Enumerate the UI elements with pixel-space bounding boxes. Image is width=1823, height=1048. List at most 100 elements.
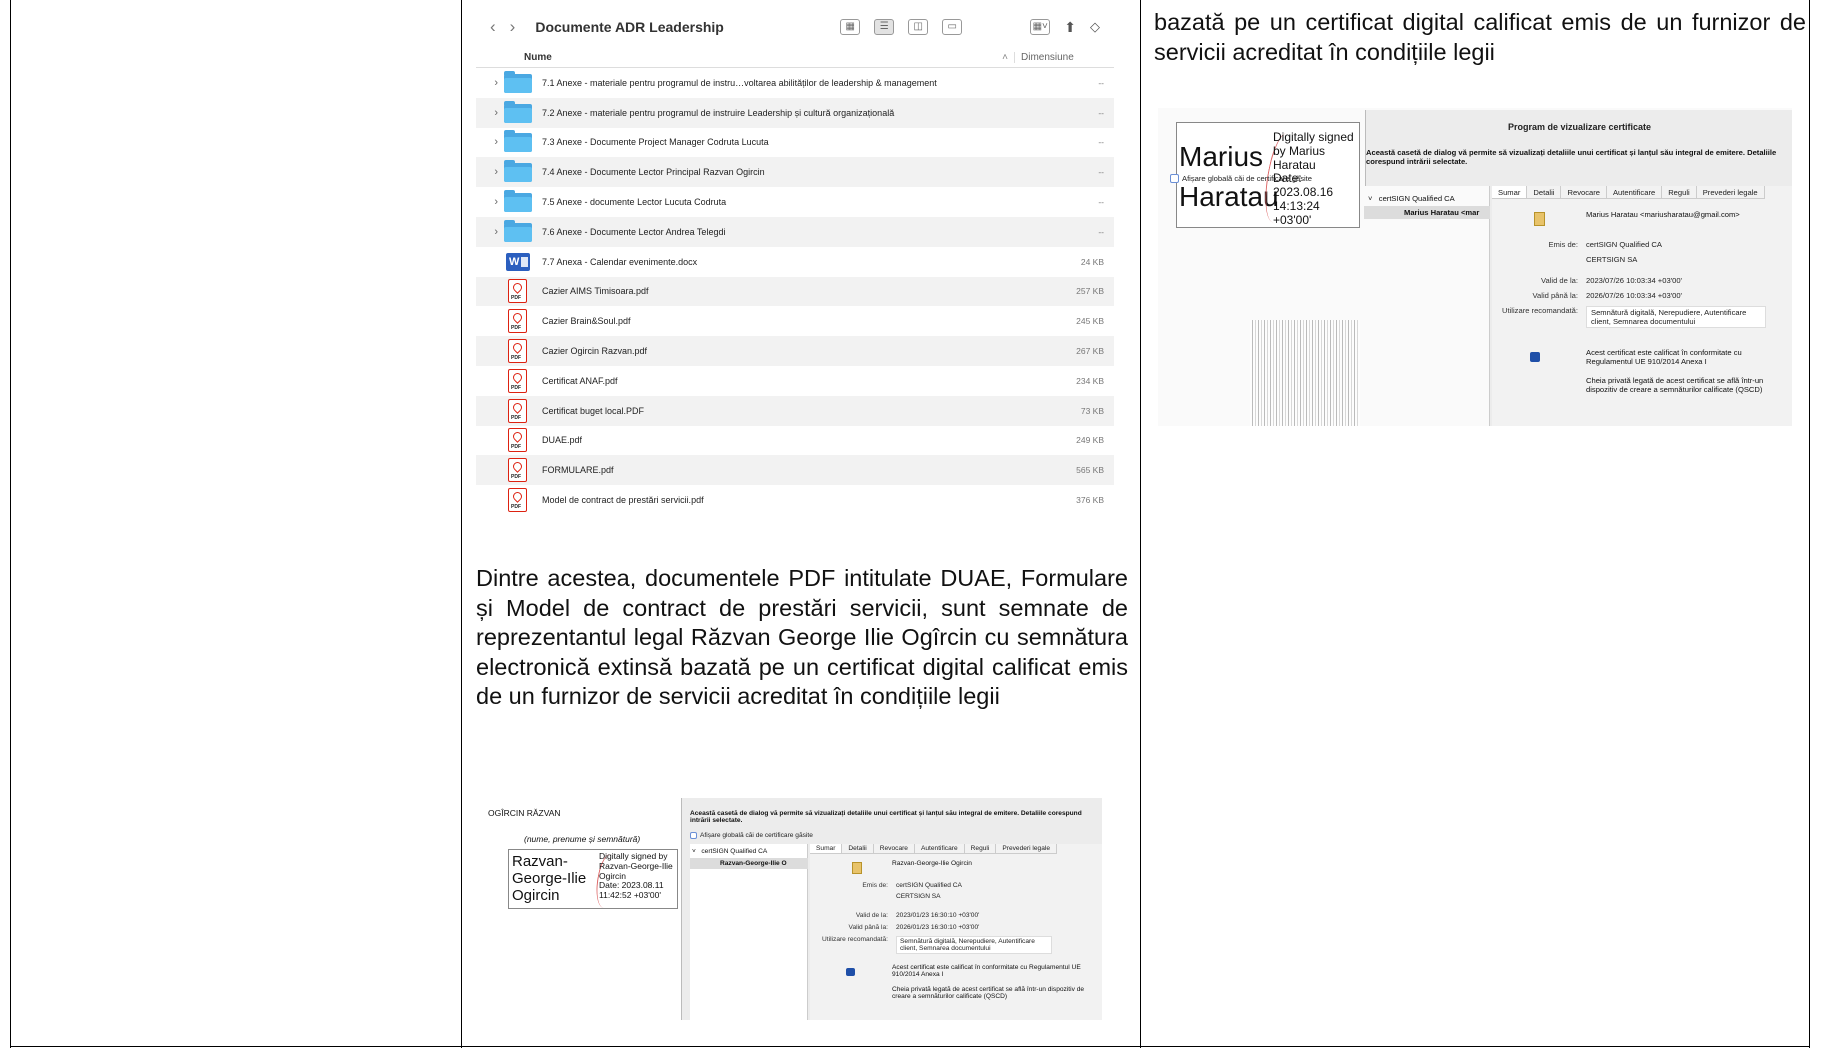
issued-by-row: Emis de: certSIGN Qualified CA CERTSIGN SA [862,882,962,900]
disclosure-chevron-icon[interactable]: › [476,196,498,208]
tab-reguli[interactable]: Reguli [1662,186,1697,198]
tab-autentificare[interactable]: Autentificare [1607,186,1663,198]
file-size: 73 KB [1080,405,1104,416]
file-size: -- [1098,107,1104,118]
file-row[interactable]: PDF Model de contract de prestări servici… [476,485,1114,515]
qscd-note: Cheia privată legată de acest certificat… [892,986,1085,1000]
file-row[interactable]: PDF Cazier Ogircin Razvan.pdf 267 KB [476,336,1114,366]
valid-from-row: Valid de la: 2023/07/26 10:03:34 +03'00' [1540,276,1683,285]
file-size: 267 KB [1076,346,1104,357]
folder-icon [502,130,534,154]
tab-sumar[interactable]: Sumar [1492,186,1528,198]
pdf-icon: PDF [502,279,534,304]
file-row[interactable]: › 7.4 Anexe - Documente Lector Principal … [476,157,1114,188]
pdf-icon: PDF [502,398,534,423]
usage-row: Utilizare recomandată: Semnătură digitală… [810,936,1052,954]
file-name: Model de contract de prestări servicii.p… [542,495,704,506]
file-name: Certificat buget local.PDF [542,405,645,416]
file-list: › 7.1 Anexe - materiale pentru programul … [476,68,1114,515]
certificate-tree: ˅ certSIGN Qualified CA Razvan-George-Il… [690,844,808,1020]
gallery-view-icon[interactable]: ▭ [942,19,963,35]
finder-window: ‹ › Documente ADR Leadership ▦ ☰ ◫ ▭ ▦˅ … [476,6,1114,530]
file-name: 7.2 Anexe - materiale pentru programul d… [542,107,895,118]
dialog-title: Program de vizualizare certificate [1507,122,1652,132]
file-row[interactable]: W 7.7 Anexa - Calendar evenimente.docx 24 … [476,247,1114,277]
share-icon[interactable]: ⬆ [1064,19,1076,36]
file-name: 7.6 Anexe - Documente Lector Andrea Tele… [542,226,726,237]
certificate-icon [1534,212,1545,226]
certificate-tabs: Sumar Detalii Revocare Autentificare Reguli P… [810,844,1057,854]
lock-icon [846,968,855,976]
global-paths-checkbox[interactable]: Afișare globală căi de certificare găsit… [690,832,813,839]
icon-view-icon[interactable]: ▦ [840,19,861,35]
file-row[interactable]: › 7.6 Anexe - Documente Lector Andrea Tel… [476,216,1114,247]
disclosure-chevron-icon[interactable]: › [476,166,498,178]
file-size: 249 KB [1076,435,1104,446]
tree-child[interactable]: Razvan-George-Ilie O [690,858,808,869]
file-size: 234 KB [1076,375,1104,386]
word-document-icon: W [502,250,534,274]
lock-icon [1530,352,1540,362]
tree-root[interactable]: ˅ certSIGN Qualified CA [692,848,767,855]
issued-by-row: Emis de: certSIGN Qualified CA CERTSIGN SA [1548,240,1662,264]
back-icon[interactable]: ‹ [490,17,496,37]
list-view-icon[interactable]: ☰ [874,19,895,35]
file-row[interactable]: PDF FORMULARE.pdf 565 KB [476,455,1114,486]
file-row[interactable]: › 7.2 Anexe - materiale pentru programul … [476,97,1114,128]
file-row[interactable]: › 7.1 Anexe - materiale pentru programul … [476,68,1114,98]
column-view-icon[interactable]: ◫ [908,19,929,35]
global-paths-checkbox[interactable]: Afișare globală căi de certificare găsit… [1170,174,1312,183]
file-name: Cazier AIMS Timisoara.pdf [542,286,649,297]
name-column-header[interactable]: Nume [476,52,1002,63]
valid-to-row: Valid până la: 2026/07/26 10:03:34 +03'00… [1532,291,1683,300]
scan-vertical-text [1184,324,1190,424]
table-bottom-border [10,1046,1810,1047]
tab-detalii[interactable]: Detalii [1527,186,1562,198]
file-row[interactable]: PDF Cazier AIMS Timisoara.pdf 257 KB [476,276,1114,307]
tab-autentificare[interactable]: Autentificare [915,844,965,853]
file-size: -- [1098,197,1104,208]
tab-sumar[interactable]: Sumar [810,844,843,853]
tree-root[interactable]: ˅ certSIGN Qualified CA [1368,194,1455,203]
folder-icon [502,100,534,125]
tab-prevederi-legale[interactable]: Prevederi legale [996,844,1057,853]
file-size: 565 KB [1076,465,1104,476]
file-name: 7.4 Anexe - Documente Lector Principal R… [542,167,765,178]
group-by-icon[interactable]: ▦˅ [1030,19,1051,35]
file-row[interactable]: PDF DUAE.pdf 249 KB [476,426,1114,456]
file-row[interactable]: PDF Certificat ANAF.pdf 234 KB [476,366,1114,396]
tab-prevederi-legale[interactable]: Prevederi legale [1697,186,1765,198]
file-row[interactable]: › 7.3 Anexe - Documente Project Manager C… [476,128,1114,158]
size-column-header[interactable]: Dimensiune [1014,52,1114,63]
column-divider [1140,0,1141,1048]
tree-child[interactable]: Marius Haratau <mar [1364,206,1490,219]
tab-reguli[interactable]: Reguli [965,844,997,853]
tab-revocare[interactable]: Revocare [874,844,915,853]
qualified-note: Acest certificat este calificat în confo… [892,964,1081,978]
tag-icon[interactable]: ◇ [1090,19,1100,35]
disclosure-chevron-icon[interactable]: › [476,226,498,238]
folder-icon [502,160,534,184]
certificate-dialog: Program de vizualizare certificate Aceas… [1170,110,1792,426]
file-row[interactable]: › 7.5 Anexe - documente Lector Lucuta Cod… [476,187,1114,217]
file-name: FORMULARE.pdf [542,465,614,476]
file-size: 24 KB [1080,256,1104,267]
sort-chevron-icon[interactable]: ˄ [1002,52,1008,63]
file-name: Certificat ANAF.pdf [542,375,618,386]
forward-icon[interactable]: › [510,17,516,37]
certificate-tabs: Sumar Detalii Revocare Autentificare Reguli P… [1492,186,1765,199]
tab-revocare[interactable]: Revocare [1561,186,1607,198]
certificate-details-pane: Sumar Detalii Revocare Autentificare Reguli P… [1492,186,1792,426]
disclosure-chevron-icon[interactable]: › [476,136,498,148]
tab-detalii[interactable]: Detalii [842,844,874,853]
disclosure-chevron-icon[interactable]: › [476,107,498,119]
file-row[interactable]: PDF Cazier Brain&Soul.pdf 245 KB [476,306,1114,336]
pdf-icon: PDF [502,309,534,334]
certificate-subject: Razvan-George-Ilie Ogircin [892,860,972,867]
qualified-note: Acest certificat este calificat în confo… [1586,348,1742,366]
marius-signature-screenshot: Marius Haratau Digitally signed by Marius H… [1158,108,1792,426]
disclosure-chevron-icon[interactable]: › [476,77,498,89]
folder-icon [502,219,534,244]
signature-details: Digitally signed by Razvan-George-Ilie Ogi… [599,851,673,901]
file-row[interactable]: PDF Certificat buget local.PDF 73 KB [476,395,1114,426]
